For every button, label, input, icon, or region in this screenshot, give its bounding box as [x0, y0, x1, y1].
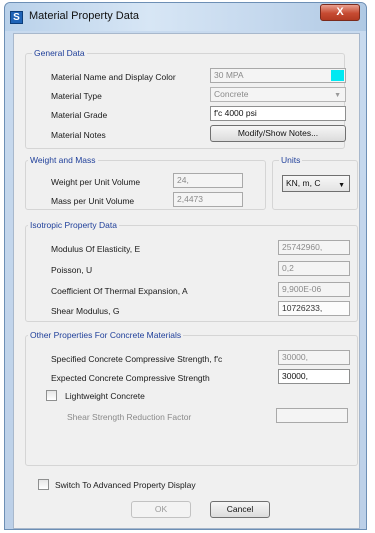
lightweight-concrete-checkbox[interactable]	[46, 390, 57, 401]
lightweight-concrete-label: Lightweight Concrete	[65, 391, 145, 401]
units-select[interactable]: KN, m, C ▼	[282, 175, 350, 192]
shear-reduction-field[interactable]	[276, 408, 348, 423]
material-name-value: 30 MPA	[214, 70, 244, 80]
poisson-field[interactable]: 0,2	[278, 261, 350, 276]
units-value: KN, m, C	[286, 178, 321, 188]
material-name-label: Material Name and Display Color	[51, 72, 176, 82]
chevron-down-icon: ▼	[338, 182, 345, 189]
material-grade-input[interactable]: f'c 4000 psi	[210, 106, 346, 121]
ok-button[interactable]: OK	[131, 501, 191, 518]
modulus-elasticity-field[interactable]: 25742960,	[278, 240, 350, 255]
material-type-label: Material Type	[51, 91, 102, 101]
display-color-swatch[interactable]	[331, 70, 344, 81]
close-button[interactable]: X	[320, 4, 360, 21]
title-bar[interactable]: S Material Property Data X	[5, 3, 366, 31]
material-type-value: Concrete	[214, 89, 249, 99]
poisson-label: Poisson, U	[51, 265, 93, 275]
app-icon: S	[10, 11, 23, 24]
weight-per-volume-label: Weight per Unit Volume	[51, 177, 141, 187]
shear-modulus-label: Shear Modulus, G	[51, 306, 120, 316]
general-data-title: General Data	[32, 48, 87, 58]
shear-modulus-field[interactable]: 10726233,	[278, 301, 350, 316]
specified-strength-field[interactable]: 30000,	[278, 350, 350, 365]
concrete-title: Other Properties For Concrete Materials	[28, 330, 184, 340]
material-notes-label: Material Notes	[51, 130, 106, 140]
cancel-button[interactable]: Cancel	[210, 501, 270, 518]
shear-reduction-label: Shear Strength Reduction Factor	[67, 412, 192, 422]
units-title: Units	[279, 155, 303, 165]
advanced-display-label: Switch To Advanced Property Display	[55, 480, 196, 490]
expected-strength-label: Expected Concrete Compressive Strength	[51, 373, 210, 383]
material-name-field[interactable]: 30 MPA	[210, 68, 346, 83]
material-type-select[interactable]: Concrete ▼	[210, 87, 346, 102]
weight-mass-title: Weight and Mass	[28, 155, 98, 165]
material-grade-label: Material Grade	[51, 110, 108, 120]
specified-strength-label: Specified Concrete Compressive Strength,…	[51, 354, 223, 364]
window-title: Material Property Data	[29, 10, 140, 22]
isotropic-title: Isotropic Property Data	[28, 220, 119, 230]
chevron-down-icon: ▼	[334, 92, 341, 99]
mass-per-volume-field[interactable]: 2,4473	[173, 192, 243, 207]
modulus-elasticity-label: Modulus Of Elasticity, E	[51, 244, 141, 254]
dialog-body: General Data Material Name and Display C…	[13, 33, 360, 529]
mass-per-volume-label: Mass per Unit Volume	[51, 196, 135, 206]
thermal-expansion-label: Coefficient Of Thermal Expansion, A	[51, 286, 188, 296]
weight-per-volume-field[interactable]: 24,	[173, 173, 243, 188]
expected-strength-input[interactable]: 30000,	[278, 369, 350, 384]
thermal-expansion-field[interactable]: 9,900E-06	[278, 282, 350, 297]
modify-notes-button[interactable]: Modify/Show Notes...	[210, 125, 346, 142]
advanced-display-checkbox[interactable]	[38, 479, 49, 490]
material-property-dialog: S Material Property Data X General Data …	[4, 2, 367, 530]
